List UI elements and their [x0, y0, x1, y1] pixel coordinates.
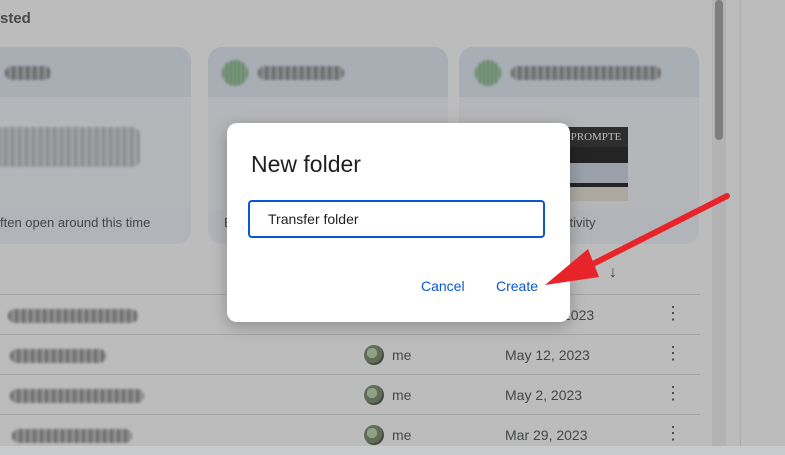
folder-name-input[interactable] — [248, 200, 545, 238]
dialog-title: New folder — [251, 151, 361, 177]
new-folder-dialog: New folder Cancel Create — [227, 123, 570, 322]
create-button[interactable]: Create — [496, 278, 538, 294]
cancel-button[interactable]: Cancel — [421, 278, 465, 294]
